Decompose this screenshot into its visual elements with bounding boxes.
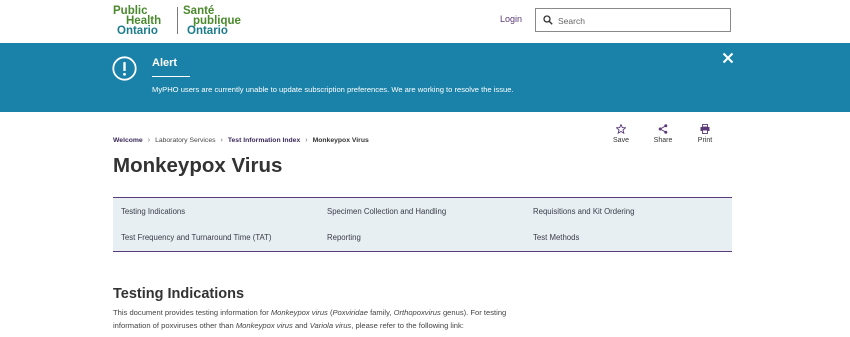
section-heading-testing-indications: Testing Indications [113, 286, 245, 302]
logo-french: Santé publique Ontario [183, 5, 241, 37]
para-text: This document provides testing informati… [113, 308, 271, 317]
breadcrumb-separator: › [220, 137, 223, 144]
save-label: Save [613, 137, 629, 144]
exclamation-circle-icon [112, 56, 137, 81]
print-label: Print [697, 137, 713, 144]
logo-english: Public Health Ontario [113, 5, 161, 37]
save-button[interactable]: Save [606, 124, 636, 144]
para-italic: Monkeypox virus [270, 308, 328, 317]
share-button[interactable]: Share [648, 124, 678, 144]
breadcrumb-laboratory-services[interactable]: Laboratory Services [155, 137, 215, 144]
nav-link-test-frequency[interactable]: Test Frequency and Turnaround Time (TAT) [121, 233, 272, 242]
logo-en-line-3: Ontario [117, 25, 158, 37]
alert-banner: Alert MyPHO users are currently unable t… [0, 43, 850, 112]
nav-link-testing-indications[interactable]: Testing Indications [121, 207, 185, 216]
breadcrumb-current: Monkeypox Virus [312, 137, 369, 144]
search-icon [543, 15, 553, 25]
section-navigation: Testing Indications Specimen Collection … [113, 197, 732, 252]
testing-indications-paragraph: This document provides testing informati… [113, 306, 533, 332]
para-text: , please refer to the following link: [351, 321, 464, 330]
breadcrumb-test-information-index[interactable]: Test Information Index [228, 137, 300, 144]
para-text: family, [367, 308, 394, 317]
search-input[interactable] [558, 13, 723, 28]
para-italic: Monkeypox virus [235, 321, 293, 330]
nav-link-reporting[interactable]: Reporting [327, 233, 361, 242]
page-title: Monkeypox Virus [113, 154, 283, 177]
para-text: and [292, 321, 310, 330]
close-icon[interactable] [721, 51, 735, 65]
nav-link-specimen-collection[interactable]: Specimen Collection and Handling [327, 207, 446, 216]
breadcrumb-welcome[interactable]: Welcome [113, 137, 143, 144]
breadcrumb-separator: › [305, 137, 308, 144]
print-button[interactable]: Print [690, 124, 720, 144]
printer-icon [700, 124, 710, 134]
login-link[interactable]: Login [500, 14, 522, 24]
breadcrumb-separator: › [147, 137, 151, 144]
search-box[interactable] [535, 8, 731, 32]
nav-link-test-methods[interactable]: Test Methods [533, 233, 579, 242]
nav-link-requisitions[interactable]: Requisitions and Kit Ordering [533, 207, 634, 216]
para-italic: Poxviridae [332, 308, 368, 317]
alert-title: Alert [152, 57, 178, 69]
para-italic: Variola virus [309, 321, 352, 330]
share-label: Share [653, 137, 673, 144]
para-italic: Orthopoxvirus [393, 308, 441, 317]
star-icon [616, 124, 626, 134]
breadcrumb: Welcome › Laboratory Services › Test Informa… [113, 137, 369, 144]
public-health-ontario-logo[interactable]: Public Health Ontario Santé publique Ont… [113, 5, 243, 37]
logo-divider [177, 7, 178, 34]
logo-fr-line-3: Ontario [187, 25, 228, 37]
share-icon [658, 124, 668, 134]
alert-title-underline [152, 76, 190, 77]
site-header: Public Health Ontario Santé publique Ont… [0, 0, 850, 43]
alert-message: MyPHO users are currently unable to upda… [152, 85, 514, 94]
